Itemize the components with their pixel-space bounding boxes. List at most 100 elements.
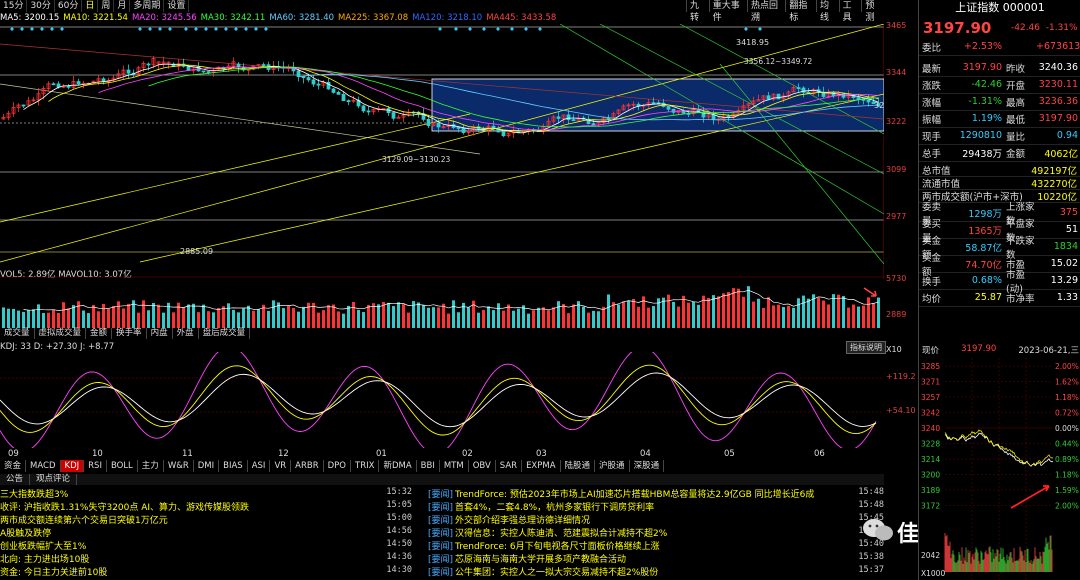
quote-key: 总市值 <box>922 165 951 177</box>
mini-axis-label: 0.89% <box>1055 455 1079 464</box>
period-tab-5[interactable]: 月 <box>114 0 131 12</box>
volume-bar <box>732 288 735 328</box>
indicator-tab-13[interactable]: TRIX <box>351 460 380 472</box>
intraday-chart[interactable]: 3285 2.00% 3271 1.62% 3257 1.18% 3242 0.72% 3240… <box>919 358 1080 580</box>
indicator-tab-21[interactable]: 沪股通 <box>595 460 630 472</box>
volume-tab-4[interactable]: 内盘 <box>147 328 173 339</box>
news-item[interactable]: 创业板跌幅扩大至1% 14:50 <box>0 539 412 552</box>
indicator-tab-11[interactable]: ARBR <box>291 460 324 472</box>
period-tab-6[interactable]: 多周期 <box>130 0 165 12</box>
tool-button-5[interactable]: 工具 <box>838 0 862 23</box>
news-item[interactable]: A股触及跌停 14:56 <box>0 526 412 539</box>
tool-button-2[interactable]: 热点回溯 <box>747 0 785 23</box>
news-item[interactable]: [要闻] 公牛集团：实控人之一拟大宗交易减持不超2%股份 15:37 <box>428 565 884 578</box>
news-item[interactable]: [要闻] TrendForce: 预估2023年市场上AI加速芯片搭载HBM总容量… <box>428 487 884 500</box>
mini-axis-label: 3242 <box>921 409 940 418</box>
volume-tab-3[interactable]: 换手率 <box>112 328 147 339</box>
event-marker-icon <box>224 27 228 31</box>
candle-body <box>206 71 211 73</box>
volume-bar <box>872 303 875 328</box>
period-tab-3[interactable]: 日 <box>82 0 99 12</box>
volume-bar <box>37 304 40 328</box>
indicator-tab-1[interactable]: MACD <box>26 460 61 472</box>
news-tabs: 公告 观点评论 <box>0 474 884 485</box>
event-marker-icon <box>30 27 34 31</box>
news-item[interactable]: [要闻] TrendForce: 6月下旬电视各尺寸面板价格继续上涨 15:40 <box>428 539 884 552</box>
news-item[interactable]: [要闻] 外交部介绍李强总理访德详细情况 15:45 <box>428 513 884 526</box>
volume-bar <box>647 307 650 328</box>
news-item[interactable]: [要闻] 芯原海南与海南大学开展多项产教融合活动 15:38 <box>428 552 884 565</box>
volume-tab-6[interactable]: 盘后成交量 <box>199 328 251 339</box>
quote-value: 10220亿 <box>1037 191 1077 203</box>
volume-bar <box>537 307 540 328</box>
quote-key: 市净率 <box>1006 293 1035 305</box>
news-item[interactable]: [要闻] 首套4%，二套4.8%，杭州多家银行下调房贷利率 15:48 <box>428 500 884 513</box>
candle-body <box>76 81 81 85</box>
indicator-tab-10[interactable]: VR <box>270 460 292 472</box>
candle-body <box>366 110 371 113</box>
event-marker-icon <box>254 27 258 31</box>
volume-bar <box>832 294 835 328</box>
indicator-tab-8[interactable]: BIAS <box>219 460 248 472</box>
news-title: 北向: 主力进出场10股 <box>0 555 90 565</box>
volume-bar <box>127 303 130 328</box>
indicator-tab-12[interactable]: DPO <box>324 460 352 472</box>
indicator-tab-14[interactable]: 新DMA <box>379 460 417 472</box>
tool-button-1[interactable]: 重大事件 <box>708 0 747 23</box>
indicator-tab-19[interactable]: EXPMA <box>522 460 561 472</box>
tool-button-6[interactable]: 预测 <box>861 0 884 23</box>
indicator-tab-9[interactable]: ASI <box>248 460 271 472</box>
news-title: 收评: 沪指收跌1.31%失守3200点 AI、算力、游戏传媒股领跌 <box>0 503 250 513</box>
high-annotation: 3418.95 <box>736 38 770 47</box>
indicator-tab-2[interactable]: KDJ <box>60 460 85 472</box>
tool-button-3[interactable]: 翻指标 <box>785 0 816 23</box>
volume-tab-2[interactable]: 金额 <box>86 328 113 339</box>
indicator-tab-17[interactable]: OBV <box>469 460 496 472</box>
volume-tab-5[interactable]: 外盘 <box>173 328 199 339</box>
candle-body <box>436 122 441 128</box>
month-label: 11 <box>182 449 193 459</box>
candle-body <box>336 91 341 95</box>
period-tab-2[interactable]: 60分 <box>55 0 83 12</box>
candle-body <box>346 100 351 103</box>
volume-tab-0[interactable]: 成交量 <box>0 328 35 339</box>
period-tab-1[interactable]: 30分 <box>27 0 55 12</box>
period-tab-7[interactable]: 设置 <box>164 0 190 12</box>
candle-body <box>711 114 716 120</box>
indicator-tab-0[interactable]: 资金 <box>0 460 27 472</box>
tools-toolbar: 九转 重大事件 热点回溯 翻指标 均线 工具 预测 <box>686 0 884 23</box>
volume-bar <box>782 307 785 328</box>
indicator-tab-5[interactable]: 主力 <box>138 460 164 472</box>
period-tab-0[interactable]: 15分 <box>0 0 28 12</box>
volume-bar <box>612 302 615 328</box>
indicator-tab-18[interactable]: SAR <box>496 460 523 472</box>
indicator-tab-15[interactable]: BBI <box>417 460 440 472</box>
volume-chart[interactable] <box>0 276 884 328</box>
indicator-tab-20[interactable]: 陆股通 <box>561 460 596 472</box>
volume-bar <box>552 307 555 328</box>
news-title: 资金: 今日主力关进前10股 <box>0 568 108 578</box>
indicator-tab-22[interactable]: 深股通 <box>630 460 665 472</box>
news-title: 创业板跌幅扩大至1% <box>0 542 87 552</box>
news-tab-1[interactable]: 观点评论 <box>30 474 78 485</box>
kdj-chart[interactable] <box>0 352 884 448</box>
indicator-tab-6[interactable]: W&R <box>164 460 194 472</box>
news-item[interactable]: 两市成交额连续第六个交易日突破1万亿元 15:00 <box>0 513 412 526</box>
news-item[interactable]: [要闻]汉得信息：实控人陈迪清、范建震拟合计减持不超2%15:42 <box>428 526 884 539</box>
indicator-tab-16[interactable]: MTM <box>440 460 469 472</box>
period-tab-4[interactable]: 周 <box>98 0 115 12</box>
volume-bar <box>572 304 575 328</box>
tool-button-0[interactable]: 九转 <box>686 0 709 23</box>
news-item[interactable]: 三大指数跌超3% 15:32 <box>0 487 412 500</box>
indicator-tab-4[interactable]: BOLL <box>107 460 138 472</box>
volume-tab-1[interactable]: 虚拟成交量 <box>35 328 87 339</box>
news-item[interactable]: 北向: 主力进出场10股 14:36 <box>0 552 412 565</box>
news-item[interactable]: 收评: 沪指收跌1.31%失守3200点 AI、算力、游戏传媒股领跌 15:05 <box>0 500 412 513</box>
indicator-tab-7[interactable]: DMI <box>194 460 220 472</box>
candle-body <box>361 105 366 112</box>
news-tab-0[interactable]: 公告 <box>0 474 31 485</box>
indicator-tab-3[interactable]: RSI <box>84 460 107 472</box>
tool-button-4[interactable]: 均线 <box>815 0 839 23</box>
news-item[interactable]: 资金: 今日主力关进前10股 14:30 <box>0 565 412 578</box>
volume-bar <box>762 307 765 328</box>
